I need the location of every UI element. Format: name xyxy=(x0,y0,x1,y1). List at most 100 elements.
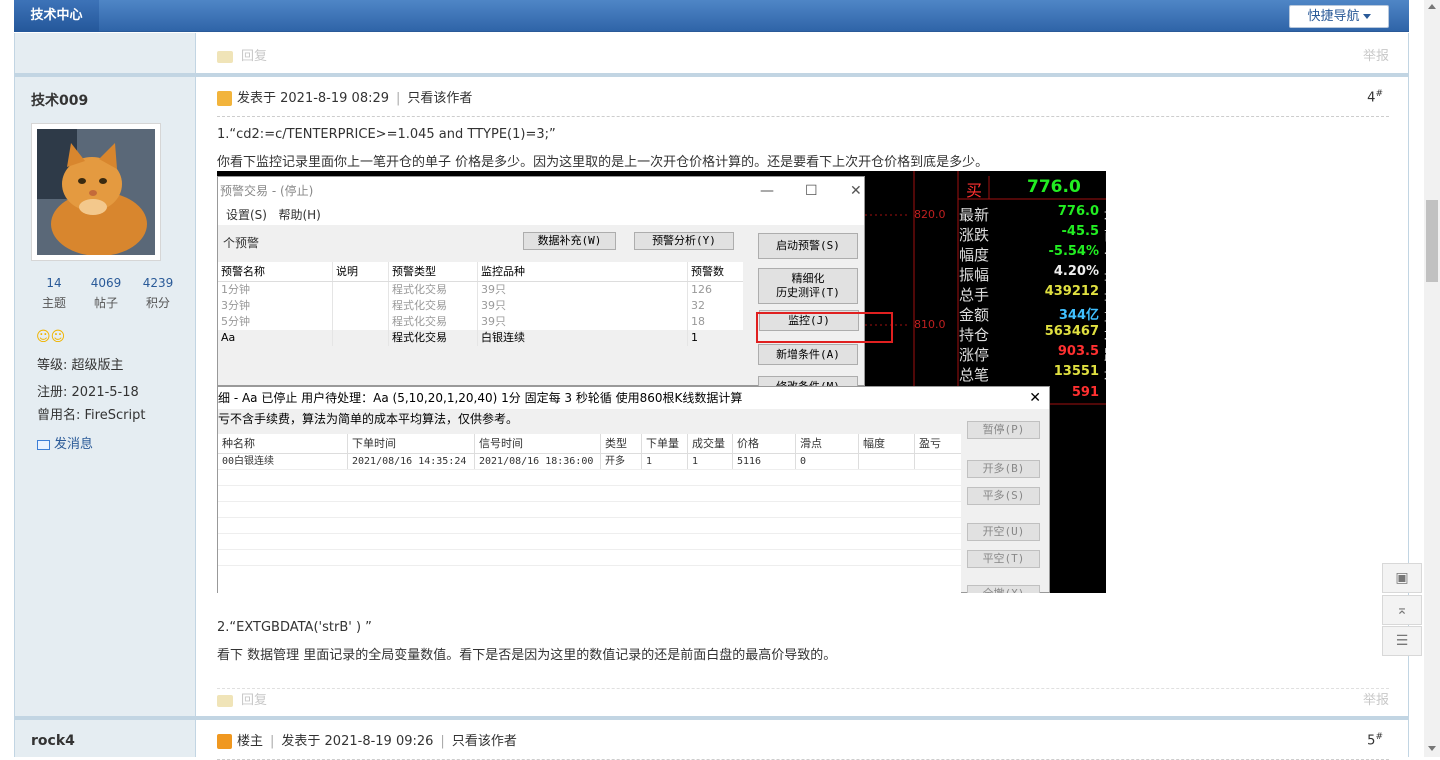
author-name[interactable]: 技术009 xyxy=(31,90,88,110)
maximize-icon[interactable]: ☐ xyxy=(805,177,818,205)
envelope-icon xyxy=(37,439,50,450)
col-type[interactable]: 类型 xyxy=(601,434,642,453)
order-row[interactable]: 00白银连续 2021/08/16 14:35:24 2021/08/16 18… xyxy=(218,454,961,470)
report-link[interactable]: 举报 xyxy=(1363,689,1389,708)
col-range[interactable]: 幅度 xyxy=(859,434,915,453)
page-scrollbar[interactable] xyxy=(1424,0,1440,757)
stat-posts-num: 4069 xyxy=(90,276,122,290)
stat-points-label: 积分 xyxy=(145,296,170,310)
col-alert-name[interactable]: 预警名称 xyxy=(218,262,333,281)
alert-cell: 39只 xyxy=(478,298,688,314)
floor-number[interactable]: 4# xyxy=(1367,89,1383,105)
post-line-3: 2.“EXTGBDATA('strB' ) ” xyxy=(217,620,372,635)
col-order-qty[interactable]: 下单量 xyxy=(642,434,688,453)
embedded-screenshot[interactable]: 820.0 810.0 买 776.0 最新 776.0 均价涨跌 -45.5 前结幅度… xyxy=(217,171,1106,593)
quote-right-label: 今开 xyxy=(1104,244,1106,265)
only-author-link[interactable]: 只看该作者 xyxy=(407,91,472,106)
quick-nav-button[interactable]: 快捷导航 xyxy=(1289,5,1389,28)
col-symbol[interactable]: 种名称 xyxy=(218,434,348,453)
comment-float-button[interactable]: ▣ xyxy=(1382,563,1422,593)
minimize-icon[interactable]: — xyxy=(760,177,774,205)
post-line-4: 看下 数据管理 里面记录的全局变量数值。看下是否是因为这里的数值记录的还是前面白… xyxy=(217,648,837,663)
post-date: 发表于 2021-8-19 09:26 xyxy=(281,734,434,749)
author-name[interactable]: rock4 xyxy=(31,733,75,749)
start-alert-button[interactable]: 启动预警(S) xyxy=(758,233,858,259)
open-long-button[interactable]: 开多(B) xyxy=(967,460,1040,478)
axis-label-810: 810.0 xyxy=(914,318,946,331)
scroll-down-icon[interactable] xyxy=(1428,746,1436,751)
quote-value: 439212 xyxy=(1044,284,1099,299)
send-message-link[interactable]: 发消息 xyxy=(37,433,93,452)
reply-link[interactable]: 回复 xyxy=(241,693,267,708)
alert-cell: 1 xyxy=(691,331,698,344)
close-icon[interactable]: ✕ xyxy=(850,177,862,205)
close-long-button[interactable]: 平多(S) xyxy=(967,487,1040,505)
send-message-label: 发消息 xyxy=(54,437,94,452)
arrow-up-icon: ⌅ xyxy=(1396,602,1408,618)
col-monitor-target[interactable]: 监控品种 xyxy=(478,262,688,281)
quote-value: 344亿 xyxy=(1058,308,1099,323)
alert-cell: 程式化交易 xyxy=(389,314,478,330)
reply-icon xyxy=(217,50,233,63)
open-short-button[interactable]: 开空(U) xyxy=(967,523,1040,541)
order-symbol: 00白银连续 xyxy=(218,454,348,469)
alert-analysis-button[interactable]: 预警分析(Y) xyxy=(634,232,734,250)
stat-topics[interactable]: 14 主题 xyxy=(29,276,79,311)
scroll-up-icon[interactable] xyxy=(1428,4,1436,9)
monitor-highlight-box xyxy=(756,312,893,343)
alert-group-label: 个预警 xyxy=(223,236,260,250)
list-float-button[interactable]: ☰ xyxy=(1382,626,1422,656)
col-slippage[interactable]: 滑点 xyxy=(796,434,859,453)
floor-number[interactable]: 5# xyxy=(1367,732,1383,748)
col-fill-qty[interactable]: 成交量 xyxy=(688,434,733,453)
alert-table: 预警名称 说明 预警类型 监控品种 预警数 1分钟 程式化交易 39只 126 3分钟程… xyxy=(218,262,743,346)
data-supplement-button[interactable]: 数据补充(W) xyxy=(523,232,616,250)
stat-posts[interactable]: 4069 帖子 xyxy=(81,276,131,311)
reply-icon xyxy=(217,694,233,707)
col-alert-type[interactable]: 预警类型 xyxy=(389,262,478,281)
pause-button[interactable]: 暂停(P) xyxy=(967,421,1040,439)
quote-value: -45.5 xyxy=(1061,224,1099,239)
quote-right-label: 量比 xyxy=(1104,304,1106,325)
menu-help[interactable]: 帮助(H) xyxy=(278,208,320,222)
col-price[interactable]: 价格 xyxy=(733,434,796,453)
alert-trading-window: 预警交易 - (停止) — ☐ ✕ 设置(S) 帮助(H) 个预警 数据补充(W… xyxy=(217,176,893,397)
col-order-time[interactable]: 下单时间 xyxy=(348,434,475,453)
quote-label: 涨停 xyxy=(959,346,990,364)
close-short-button[interactable]: 平空(T) xyxy=(967,550,1040,568)
alert-cell: 程式化交易 xyxy=(389,282,478,298)
cat-illustration xyxy=(37,129,155,255)
alert-window-titlebar: 预警交易 - (停止) — ☐ ✕ xyxy=(218,177,864,205)
scrollbar-thumb[interactable] xyxy=(1426,200,1438,282)
stat-points[interactable]: 4239 积分 xyxy=(133,276,183,311)
tech-center-link[interactable]: 技术中心 xyxy=(14,0,99,32)
menu-settings[interactable]: 设置(S) xyxy=(226,208,267,222)
alert-row[interactable]: 5分钟 程式化交易 39只 18 xyxy=(218,314,743,330)
alert-row[interactable]: 3分钟 程式化交易 39只 32 xyxy=(218,298,743,314)
author-alias: 曾用名: FireScript xyxy=(37,408,146,423)
only-author-link[interactable]: 只看该作者 xyxy=(452,734,517,749)
quote-right-label: 最低 xyxy=(1104,284,1106,305)
add-condition-button[interactable]: 新增条件(A) xyxy=(758,344,858,365)
col-description[interactable]: 说明 xyxy=(333,262,389,281)
quote-right-label: 增仓 xyxy=(1104,324,1106,345)
alert-row[interactable]: Aa 程式化交易 白银连续 1 xyxy=(218,330,743,346)
avatar[interactable] xyxy=(31,123,161,261)
alert-row[interactable]: 1分钟 程式化交易 39只 126 xyxy=(218,282,743,298)
quote-label: 最新 xyxy=(959,206,990,224)
online-status-icon xyxy=(217,91,232,106)
col-signal-time[interactable]: 信号时间 xyxy=(475,434,601,453)
refine-backtest-button[interactable]: 精细化 历史测评(T) xyxy=(758,268,858,304)
cancel-all-button[interactable]: 全撤(X) xyxy=(967,585,1040,593)
close-icon[interactable]: ✕ xyxy=(1029,387,1041,409)
comment-icon: ▣ xyxy=(1395,570,1409,586)
alert-table-header: 预警名称 说明 预警类型 监控品种 预警数 xyxy=(218,262,743,282)
report-link[interactable]: 举报 xyxy=(1363,45,1389,64)
back-to-top-button[interactable]: ⌅ xyxy=(1382,595,1422,625)
col-alert-count[interactable]: 预警数 xyxy=(688,262,743,281)
reply-link[interactable]: 回复 xyxy=(241,49,267,64)
alert-cell xyxy=(333,282,389,298)
col-pnl[interactable]: 盈亏 xyxy=(915,434,961,453)
alert-cell: 白银连续 xyxy=(478,330,688,346)
quote-value: 776.0 xyxy=(1057,204,1099,219)
